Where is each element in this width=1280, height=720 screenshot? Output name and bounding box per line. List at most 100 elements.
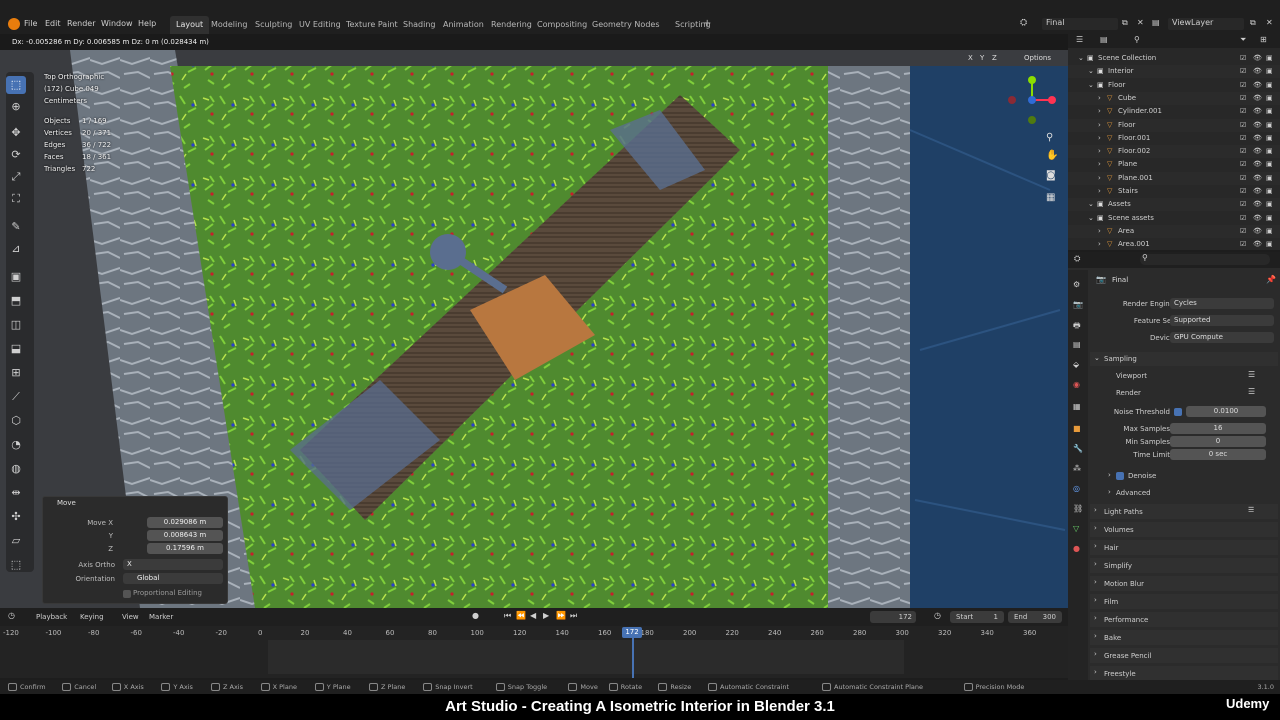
panel-light-paths[interactable]: › Light Paths ☰ xyxy=(1090,504,1278,519)
proportional-editing-checkbox[interactable] xyxy=(123,590,131,598)
menu-edit[interactable]: Edit xyxy=(45,19,61,28)
noise-threshold-field[interactable]: 0.0100 xyxy=(1186,406,1266,417)
eye-icon[interactable]: 👁 xyxy=(1253,52,1262,65)
outliner-row[interactable]: › ▽ Stairs ☑ 👁 ▣ xyxy=(1068,185,1280,198)
advanced-subpanel[interactable]: Advanced xyxy=(1116,489,1151,497)
eye-icon[interactable]: 👁 xyxy=(1253,172,1262,185)
camera-icon[interactable]: ▣ xyxy=(1266,65,1273,78)
sampling-panel-header[interactable]: ⌄ Sampling xyxy=(1090,352,1278,366)
inset-tool-icon[interactable]: ◫ xyxy=(6,316,26,334)
new-collection-icon[interactable]: ⊞ xyxy=(1260,35,1267,44)
data-tab-icon[interactable]: ▽ xyxy=(1073,524,1079,533)
tab-uv-editing[interactable]: UV Editing xyxy=(293,16,347,34)
panel-simplify[interactable]: › Simplify xyxy=(1090,558,1278,573)
remove-scene-icon[interactable]: ✕ xyxy=(1137,18,1144,27)
timeline-editor-icon[interactable]: ◷ xyxy=(8,611,15,620)
expand-chevron-icon[interactable]: › xyxy=(1098,132,1101,145)
clock-icon[interactable]: ◷ xyxy=(934,611,941,620)
panel-grease-pencil[interactable]: › Grease Pencil xyxy=(1090,648,1278,663)
checkbox-icon[interactable]: ☑ xyxy=(1240,198,1246,211)
eye-icon[interactable]: 👁 xyxy=(1253,119,1262,132)
panel-performance[interactable]: › Performance xyxy=(1090,612,1278,627)
tab-layout[interactable]: Layout xyxy=(170,16,210,34)
view-layer-field[interactable]: ViewLayer xyxy=(1168,18,1244,30)
move-z-field[interactable]: 0.17596 m xyxy=(147,543,223,554)
outliner-row[interactable]: › ▽ Cube ☑ 👁 ▣ xyxy=(1068,91,1280,105)
extrude-tool-icon[interactable]: ⬒ xyxy=(6,292,26,310)
menu-window[interactable]: Window xyxy=(101,19,133,28)
new-scene-icon[interactable]: ⧉ xyxy=(1122,18,1128,28)
world-tab-icon[interactable]: ◉ xyxy=(1073,380,1080,389)
checkbox-icon[interactable]: ☑ xyxy=(1240,145,1246,158)
camera-view-icon[interactable]: ◙ xyxy=(1046,170,1056,181)
material-tab-icon[interactable]: ● xyxy=(1073,544,1080,553)
checkbox-icon[interactable]: ☑ xyxy=(1240,158,1246,171)
camera-icon[interactable]: ▣ xyxy=(1266,105,1273,118)
outliner-row[interactable]: ⌄ ▣ Floor ☑ 👁 ▣ xyxy=(1068,79,1280,92)
expand-chevron-icon[interactable]: ⌄ xyxy=(1078,52,1084,65)
render-subpanel-menu-icon[interactable]: ☰ xyxy=(1248,387,1255,396)
eye-icon[interactable]: 👁 xyxy=(1253,212,1262,225)
panel-film[interactable]: › Film xyxy=(1090,594,1278,609)
checkbox-icon[interactable]: ☑ xyxy=(1240,65,1246,78)
outliner-row[interactable]: ⌄ ▣ Scene Collection ☑ 👁 ▣ xyxy=(1068,52,1280,65)
tab-geometry-nodes[interactable]: Geometry Nodes xyxy=(586,16,665,34)
panel-bake[interactable]: › Bake xyxy=(1090,630,1278,645)
outliner-row[interactable]: › ▽ Floor.002 ☑ 👁 ▣ xyxy=(1068,145,1280,159)
eye-icon[interactable]: 👁 xyxy=(1253,79,1262,92)
tab-modeling[interactable]: Modeling xyxy=(205,16,253,34)
play-icon[interactable]: ▶ xyxy=(543,611,549,620)
eye-icon[interactable]: 👁 xyxy=(1253,185,1262,198)
add-cube-tool-icon[interactable]: ▣ xyxy=(6,268,26,286)
outliner-row[interactable]: › ▽ Plane.001 ☑ 👁 ▣ xyxy=(1068,171,1280,185)
expand-chevron-icon[interactable]: ⌄ xyxy=(1088,65,1094,78)
checkbox-icon[interactable]: ☑ xyxy=(1240,52,1246,65)
eye-icon[interactable]: 👁 xyxy=(1253,105,1262,118)
bevel-tool-icon[interactable]: ⬓ xyxy=(6,340,26,358)
panel-volumes[interactable]: › Volumes xyxy=(1090,522,1278,537)
checkbox-icon[interactable]: ☑ xyxy=(1240,132,1246,145)
time-limit-field[interactable]: 0 sec xyxy=(1170,449,1266,460)
scene-tab-icon[interactable]: ⬙ xyxy=(1073,360,1079,369)
render-tab-icon[interactable]: 📷 xyxy=(1073,300,1083,309)
menu-keying[interactable]: Keying xyxy=(80,613,104,621)
camera-icon[interactable]: ▣ xyxy=(1266,172,1273,185)
panel-motion-blur[interactable]: › Motion Blur xyxy=(1090,576,1278,591)
viewport-subpanel[interactable]: Viewport xyxy=(1116,372,1147,380)
poly-build-tool-icon[interactable]: ⬡ xyxy=(6,412,26,430)
camera-icon[interactable]: ▣ xyxy=(1266,198,1273,211)
menu-file[interactable]: File xyxy=(24,19,37,28)
properties-editor-icon[interactable]: ⛭ xyxy=(1074,254,1080,264)
camera-icon[interactable]: ▣ xyxy=(1266,225,1273,238)
camera-icon[interactable]: ▣ xyxy=(1266,92,1273,105)
expand-chevron-icon[interactable]: ⌄ xyxy=(1088,198,1094,211)
denoise-label[interactable]: Denoise xyxy=(1128,472,1156,480)
tab-texture-paint[interactable]: Texture Paint xyxy=(340,16,404,34)
next-keyframe-icon[interactable]: ⏩ xyxy=(556,611,566,620)
outliner-row[interactable]: ⌄ ▣ Scene assets ☑ 👁 ▣ xyxy=(1068,212,1280,225)
camera-icon[interactable]: ▣ xyxy=(1266,145,1273,158)
frame-ruler[interactable]: -120 -100 -80 -60 -40 -20 0 20 40 60 80 100 120 140 16… xyxy=(0,626,1068,640)
eye-icon[interactable]: 👁 xyxy=(1253,145,1262,158)
properties-search-field[interactable] xyxy=(1140,254,1270,265)
tab-animation[interactable]: Animation xyxy=(437,16,490,34)
viewport-subpanel-menu-icon[interactable]: ☰ xyxy=(1248,370,1255,379)
min-samples-field[interactable]: 0 xyxy=(1170,436,1266,447)
move-x-field[interactable]: 0.029086 m xyxy=(147,517,223,528)
add-workspace-button[interactable]: + xyxy=(697,14,717,32)
checkbox-icon[interactable]: ☑ xyxy=(1240,185,1246,198)
edge-slide-tool-icon[interactable]: ⇹ xyxy=(6,484,26,502)
tab-rendering[interactable]: Rendering xyxy=(485,16,538,34)
cursor-tool-icon[interactable]: ⊕ xyxy=(6,98,26,116)
menu-marker[interactable]: Marker xyxy=(149,613,173,621)
scene-name-field[interactable]: Final xyxy=(1042,18,1118,30)
current-frame-field[interactable]: 172 xyxy=(870,611,916,623)
camera-icon[interactable]: ▣ xyxy=(1266,212,1273,225)
menu-playback[interactable]: Playback xyxy=(36,613,67,621)
expand-chevron-icon[interactable]: › xyxy=(1098,172,1101,185)
expand-chevron-icon[interactable]: › xyxy=(1098,238,1101,251)
filter-icon[interactable]: ⏷ xyxy=(1240,35,1246,45)
outliner-row[interactable]: ⌄ ▣ Interior ☑ 👁 ▣ xyxy=(1068,65,1280,79)
panel-menu-icon[interactable]: ☰ xyxy=(1248,506,1254,514)
outliner-row[interactable]: › ▽ Cylinder.001 ☑ 👁 ▣ xyxy=(1068,105,1280,118)
